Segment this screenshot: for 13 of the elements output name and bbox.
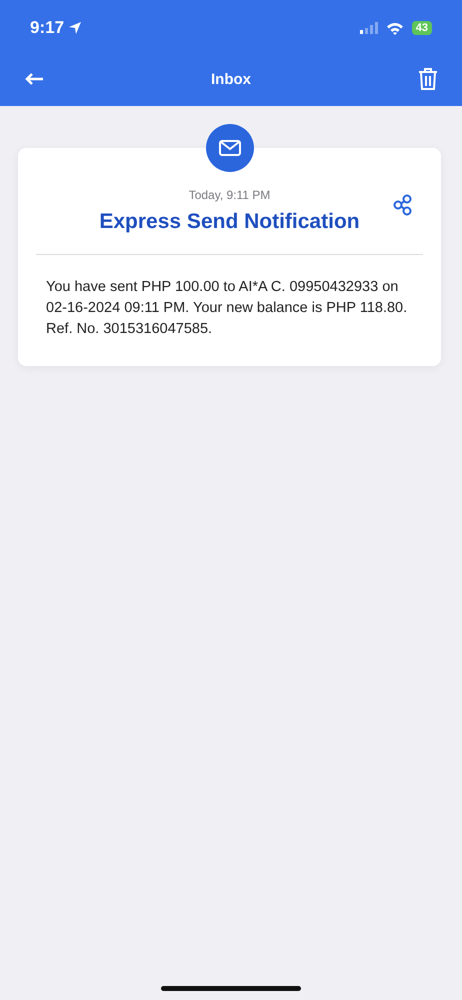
message-body: You have sent PHP 100.00 to AI*A C. 09950432933 on 02-16-2024 09:11 PM. Your new balance is PHP 118.80. Ref. No. 3015316047585. [46,278,408,339]
back-arrow-icon[interactable] [24,72,44,86]
share-icon[interactable] [393,194,413,216]
signal-icon [360,22,380,34]
trash-icon[interactable] [418,67,438,91]
screen-title: Inbox [210,70,252,88]
location-icon [68,21,82,35]
envelope-icon [218,140,240,156]
battery-level: 43 [412,21,432,35]
message-title: Express Send Notification [98,210,361,234]
wifi-icon [386,22,404,34]
message-date: Today, 9:11 PM [188,188,272,202]
status-time: 9:17 [30,18,64,38]
